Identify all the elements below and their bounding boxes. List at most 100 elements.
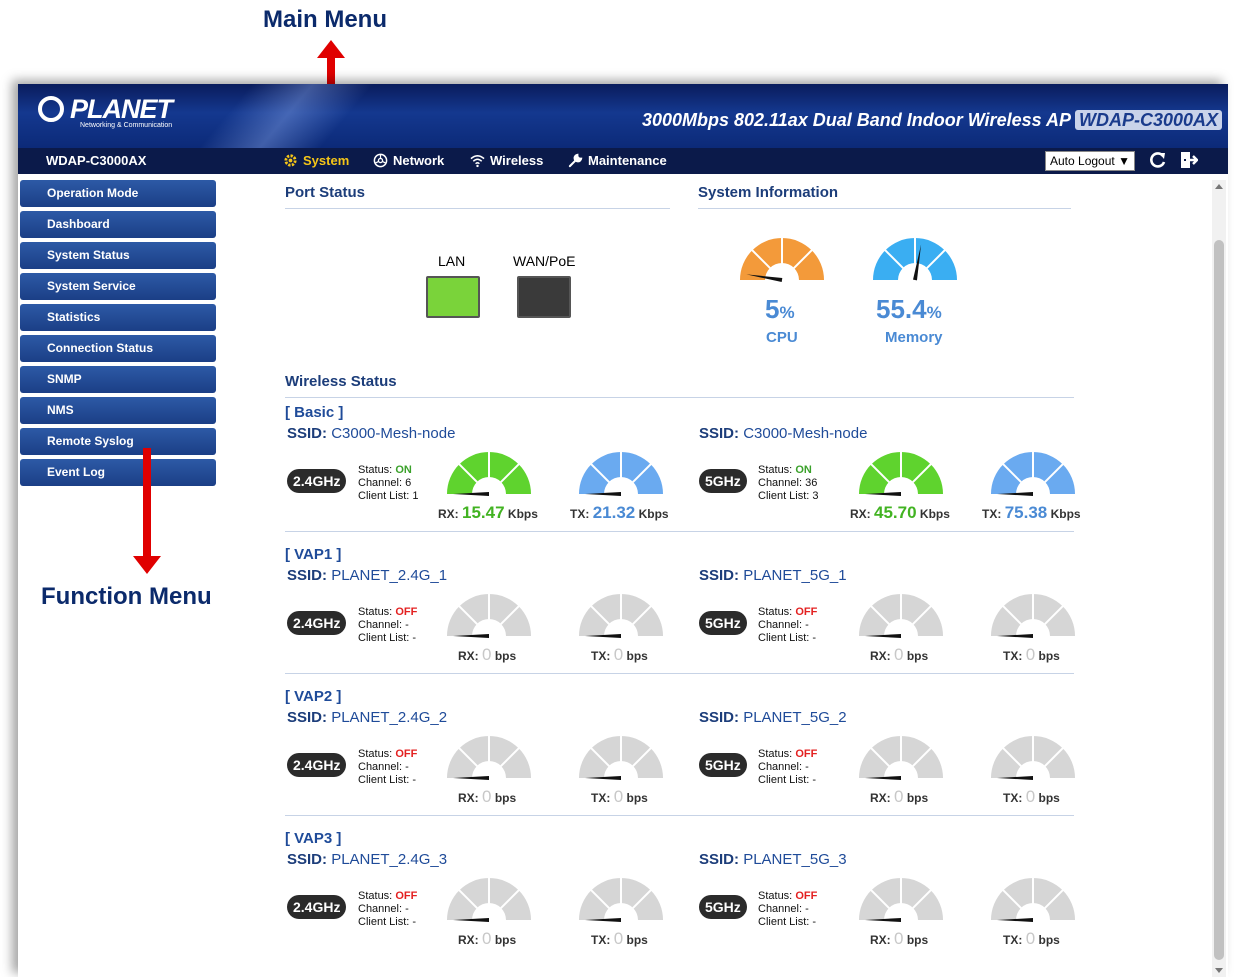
- menu-maintenance[interactable]: Maintenance: [568, 153, 667, 168]
- rx-unit: bps: [906, 933, 929, 947]
- status-row: Status: OFF: [358, 748, 417, 761]
- channel-value: -: [805, 619, 809, 631]
- channel-label: Channel:: [358, 619, 403, 631]
- scroll-up-icon[interactable]: [1215, 184, 1223, 189]
- rx-gauge: [859, 877, 943, 922]
- client-value: 1: [412, 490, 419, 502]
- tx-unit: Kbps: [638, 507, 669, 521]
- scroll-down-icon[interactable]: [1215, 968, 1223, 973]
- logout-icon[interactable]: [1178, 150, 1198, 170]
- client-value: -: [412, 916, 417, 928]
- product-title: 3000Mbps 802.11ax Dual Band Indoor Wirel…: [642, 110, 1222, 131]
- sidebar-item-statistics[interactable]: Statistics: [20, 304, 216, 331]
- ssid-name: PLANET_5G_1: [743, 567, 847, 584]
- tx-rate: TX: 0 bps: [1003, 645, 1060, 665]
- radio-info: Status: OFF Channel: - Client List: -: [358, 890, 417, 929]
- wireless-status-title: Wireless Status: [285, 373, 397, 390]
- rx-rate: RX: 0 bps: [870, 929, 928, 949]
- status-row: Status: OFF: [358, 606, 417, 619]
- status-value: OFF: [795, 606, 818, 618]
- ssid-label: SSID:: [699, 709, 740, 726]
- sidebar-item-system-service[interactable]: System Service: [20, 273, 216, 300]
- tx-gauge: [579, 877, 663, 922]
- sidebar-item-dashboard[interactable]: Dashboard: [20, 211, 216, 238]
- sidebar-item-connection-status[interactable]: Connection Status: [20, 335, 216, 362]
- status-label: Status:: [758, 748, 793, 760]
- sidebar-item-snmp[interactable]: SNMP: [20, 366, 216, 393]
- rx-label: RX:: [870, 649, 891, 663]
- tx-unit: bps: [1038, 933, 1060, 947]
- rx-rate: RX: 0 bps: [458, 929, 516, 949]
- product-name: 3000Mbps 802.11ax Dual Band Indoor Wirel…: [641, 110, 1071, 130]
- status-value: OFF: [795, 748, 818, 760]
- radio-info: Status: ON Channel: 36 Client List: 3: [758, 464, 819, 503]
- group-title: [ VAP1 ]: [285, 546, 342, 563]
- status-label: Status:: [358, 890, 393, 902]
- rx-label: RX:: [458, 649, 479, 663]
- status-row: Status: OFF: [758, 890, 817, 903]
- client-value: -: [812, 774, 817, 786]
- radio-info: Status: OFF Channel: - Client List: -: [358, 606, 417, 645]
- tx-value: 0: [613, 787, 624, 806]
- channel-label: Channel:: [358, 761, 403, 773]
- port-status-divider: [285, 208, 670, 209]
- menu-network[interactable]: Network: [373, 153, 444, 168]
- tx-gauge: [579, 735, 663, 780]
- tx-gauge: [991, 593, 1075, 638]
- rx-unit: bps: [906, 791, 929, 805]
- ssid-line: SSID: PLANET_5G_3: [699, 851, 847, 868]
- status-value: OFF: [395, 890, 418, 902]
- refresh-icon[interactable]: [1148, 150, 1168, 170]
- status-label: Status:: [358, 464, 393, 476]
- tx-value: 0: [613, 645, 624, 664]
- ssid-label: SSID:: [287, 851, 328, 868]
- channel-row: Channel: -: [758, 761, 817, 774]
- menu-wireless-label: Wireless: [490, 153, 544, 168]
- channel-value: -: [405, 761, 409, 773]
- band-badge: 2.4GHz: [287, 895, 347, 919]
- rx-label: RX:: [438, 507, 459, 521]
- tx-label: TX:: [591, 791, 611, 805]
- tx-unit: bps: [626, 933, 648, 947]
- menu-system[interactable]: System: [283, 153, 349, 168]
- client-value: -: [812, 916, 817, 928]
- ssid-name: C3000-Mesh-node: [743, 425, 868, 442]
- main-menu-annotation: Main Menu: [263, 6, 387, 33]
- sidebar-item-nms[interactable]: NMS: [20, 397, 216, 424]
- cpu-label: CPU: [766, 329, 798, 346]
- tx-gauge: [579, 593, 663, 638]
- sidebar-item-operation-mode[interactable]: Operation Mode: [20, 180, 216, 207]
- rx-gauge: [859, 735, 943, 780]
- wrench-icon: [568, 153, 583, 168]
- auto-logout-select[interactable]: Auto Logout ▼: [1045, 151, 1135, 171]
- rx-value: 0: [894, 645, 904, 664]
- rx-unit: bps: [494, 791, 517, 805]
- menu-wireless[interactable]: Wireless: [470, 153, 543, 168]
- scrollbar-thumb[interactable]: [1214, 240, 1224, 960]
- menu-maintenance-label: Maintenance: [588, 153, 667, 168]
- cpu-value-unit: %: [779, 303, 795, 322]
- sidebar-item-event-log[interactable]: Event Log: [20, 459, 216, 486]
- tx-value: 0: [1025, 787, 1036, 806]
- sidebar-item-system-status[interactable]: System Status: [20, 242, 216, 269]
- function-menu: Operation Mode Dashboard System Status S…: [20, 180, 216, 490]
- rx-gauge: [447, 451, 531, 496]
- tx-value: 0: [1025, 645, 1036, 664]
- cpu-value-number: 5: [765, 294, 780, 324]
- logo-ring-icon: [38, 96, 64, 122]
- client-value: -: [412, 774, 417, 786]
- status-row: Status: ON: [758, 464, 819, 477]
- channel-row: Channel: -: [358, 903, 417, 916]
- sidebar-item-remote-syslog[interactable]: Remote Syslog: [20, 428, 216, 455]
- rx-rate: RX: 0 bps: [870, 645, 928, 665]
- wifi-icon: [470, 155, 485, 168]
- status-value: OFF: [795, 890, 818, 902]
- wan-label: WAN/PoE: [513, 253, 576, 269]
- rx-rate: RX: 15.47 Kbps: [438, 503, 538, 523]
- rx-unit: Kbps: [919, 507, 950, 521]
- vertical-scrollbar[interactable]: [1212, 180, 1226, 977]
- tx-label: TX:: [570, 507, 590, 521]
- menu-system-label: System: [303, 153, 350, 168]
- client-label: Client List:: [358, 490, 410, 502]
- memory-value: 55.4%: [876, 294, 942, 325]
